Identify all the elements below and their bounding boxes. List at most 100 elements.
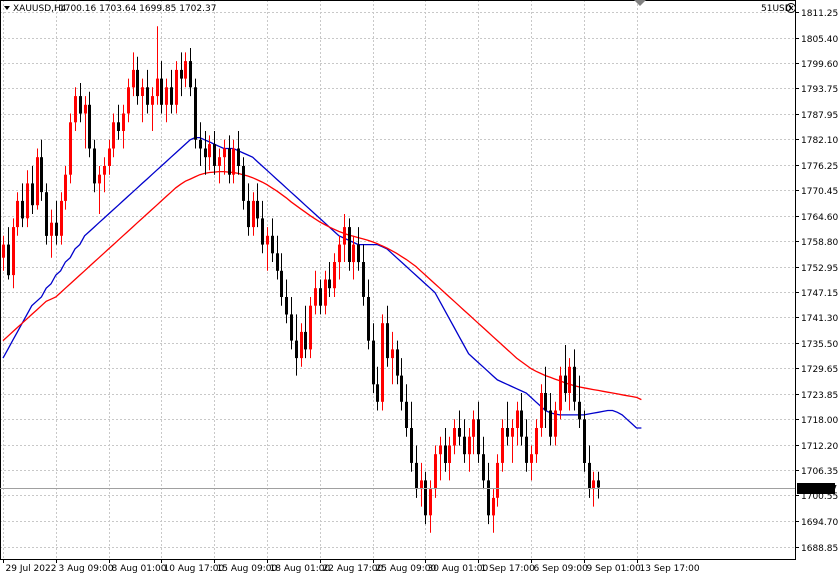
- candle-body: [242, 166, 245, 201]
- candle-body: [564, 375, 567, 394]
- candle-body: [578, 401, 581, 420]
- candle-body: [357, 244, 360, 263]
- price-chart[interactable]: 1811.25 1805.40 1799.60 1793.75 1787.95 1782.…: [0, 0, 840, 576]
- x-tick-label: 8 Aug 01:00: [112, 564, 167, 574]
- x-tick-label: 22 Aug 17:00: [323, 564, 384, 574]
- candle-body: [477, 419, 480, 455]
- candle: [194, 78, 197, 149]
- x-tick-label: 9 Sep 01:00: [587, 564, 642, 574]
- candle-body: [530, 454, 533, 463]
- candle: [36, 148, 39, 210]
- candle-body: [381, 323, 384, 402]
- y-tick-label: 1770.45: [801, 187, 838, 197]
- candle-body: [348, 227, 351, 262]
- candle-body: [439, 445, 442, 455]
- candle-body: [93, 148, 96, 184]
- candle-body: [324, 279, 327, 306]
- candle-body: [160, 78, 163, 105]
- candle-body: [487, 480, 490, 516]
- candle-body: [40, 157, 43, 193]
- candle-body: [252, 200, 255, 228]
- candle-body: [405, 401, 408, 428]
- candle-body: [535, 428, 538, 455]
- candle-body: [400, 375, 403, 402]
- candle-body: [588, 462, 591, 490]
- x-tick-label: 18 Aug 01:00: [270, 564, 331, 574]
- candle-body: [424, 480, 427, 516]
- chart-background: [0, 0, 840, 576]
- candle-body: [199, 139, 202, 149]
- candle-body: [463, 436, 466, 455]
- candle-body: [2, 244, 5, 258]
- candle-body: [386, 323, 389, 359]
- candle-body: [180, 69, 183, 79]
- y-tick-label: 1782.10: [801, 136, 838, 146]
- candle-body: [175, 69, 178, 105]
- candle-body: [492, 497, 495, 516]
- candle-body: [568, 366, 571, 393]
- candle-body: [333, 262, 336, 289]
- candle-body: [544, 393, 547, 411]
- y-tick-label: 1764.60: [801, 213, 838, 223]
- y-tick-label: 1723.85: [801, 391, 838, 401]
- candle-body: [64, 174, 67, 201]
- y-tick-label: 1758.80: [801, 238, 838, 248]
- candle-body: [208, 144, 211, 158]
- candle-body: [434, 454, 437, 490]
- candle: [381, 314, 384, 411]
- ohlc-label: 1700.16 1703.64 1699.85 1702.37: [59, 4, 216, 14]
- candle-body: [540, 393, 543, 428]
- candle-body: [583, 419, 586, 463]
- candle-body: [204, 148, 207, 158]
- candle: [45, 183, 48, 245]
- candle-body: [36, 157, 39, 206]
- candle-body: [501, 428, 504, 463]
- y-tick-label: 1776.25: [801, 162, 838, 172]
- candle-body: [69, 122, 72, 175]
- candle-body: [516, 410, 519, 428]
- candle-body: [396, 349, 399, 376]
- x-tick-label: 13 Sep 17:00: [640, 564, 700, 574]
- candle-body: [103, 166, 106, 175]
- candle-body: [285, 297, 288, 315]
- candle-body: [21, 200, 24, 219]
- candle-body: [60, 200, 63, 236]
- candle-body: [391, 349, 394, 359]
- y-tick-label: 1799.60: [801, 60, 838, 70]
- candle-body: [7, 244, 10, 276]
- candle-body: [194, 87, 197, 140]
- candle-body: [31, 183, 34, 206]
- candle-body: [362, 262, 365, 297]
- x-tick-label: 30 Aug 01:00: [428, 564, 489, 574]
- candle-body: [448, 445, 451, 463]
- candle-body: [232, 148, 235, 175]
- y-tick-label: 1741.30: [801, 314, 838, 324]
- candle-body: [247, 200, 250, 228]
- candle-body: [223, 148, 226, 158]
- candle-body: [189, 61, 192, 88]
- candle-body: [525, 436, 528, 463]
- candle-body: [458, 428, 461, 437]
- candle-body: [343, 227, 346, 245]
- candle-body: [261, 218, 264, 245]
- candle-body: [132, 69, 135, 88]
- candle-body: [127, 87, 130, 114]
- candle-body: [16, 200, 19, 228]
- current-price-tag: 1702.37: [797, 483, 837, 495]
- y-tick-label: 1747.15: [801, 289, 838, 299]
- candle-body: [410, 428, 413, 463]
- candle: [309, 297, 312, 359]
- x-tick-label: 29 Jul 2022: [6, 564, 57, 574]
- candle-body: [520, 410, 523, 437]
- x-tick-label: 6 Sep 09:00: [534, 564, 589, 574]
- candle-body: [237, 148, 240, 166]
- candle-body: [506, 428, 509, 437]
- y-tick-label: 1694.70: [801, 518, 838, 528]
- candle-body: [271, 235, 274, 254]
- candle-body: [112, 122, 115, 149]
- candle-body: [108, 148, 111, 166]
- candle-body: [372, 340, 375, 385]
- candle-body: [367, 297, 370, 341]
- candle-body: [165, 87, 168, 105]
- candle-body: [228, 148, 231, 175]
